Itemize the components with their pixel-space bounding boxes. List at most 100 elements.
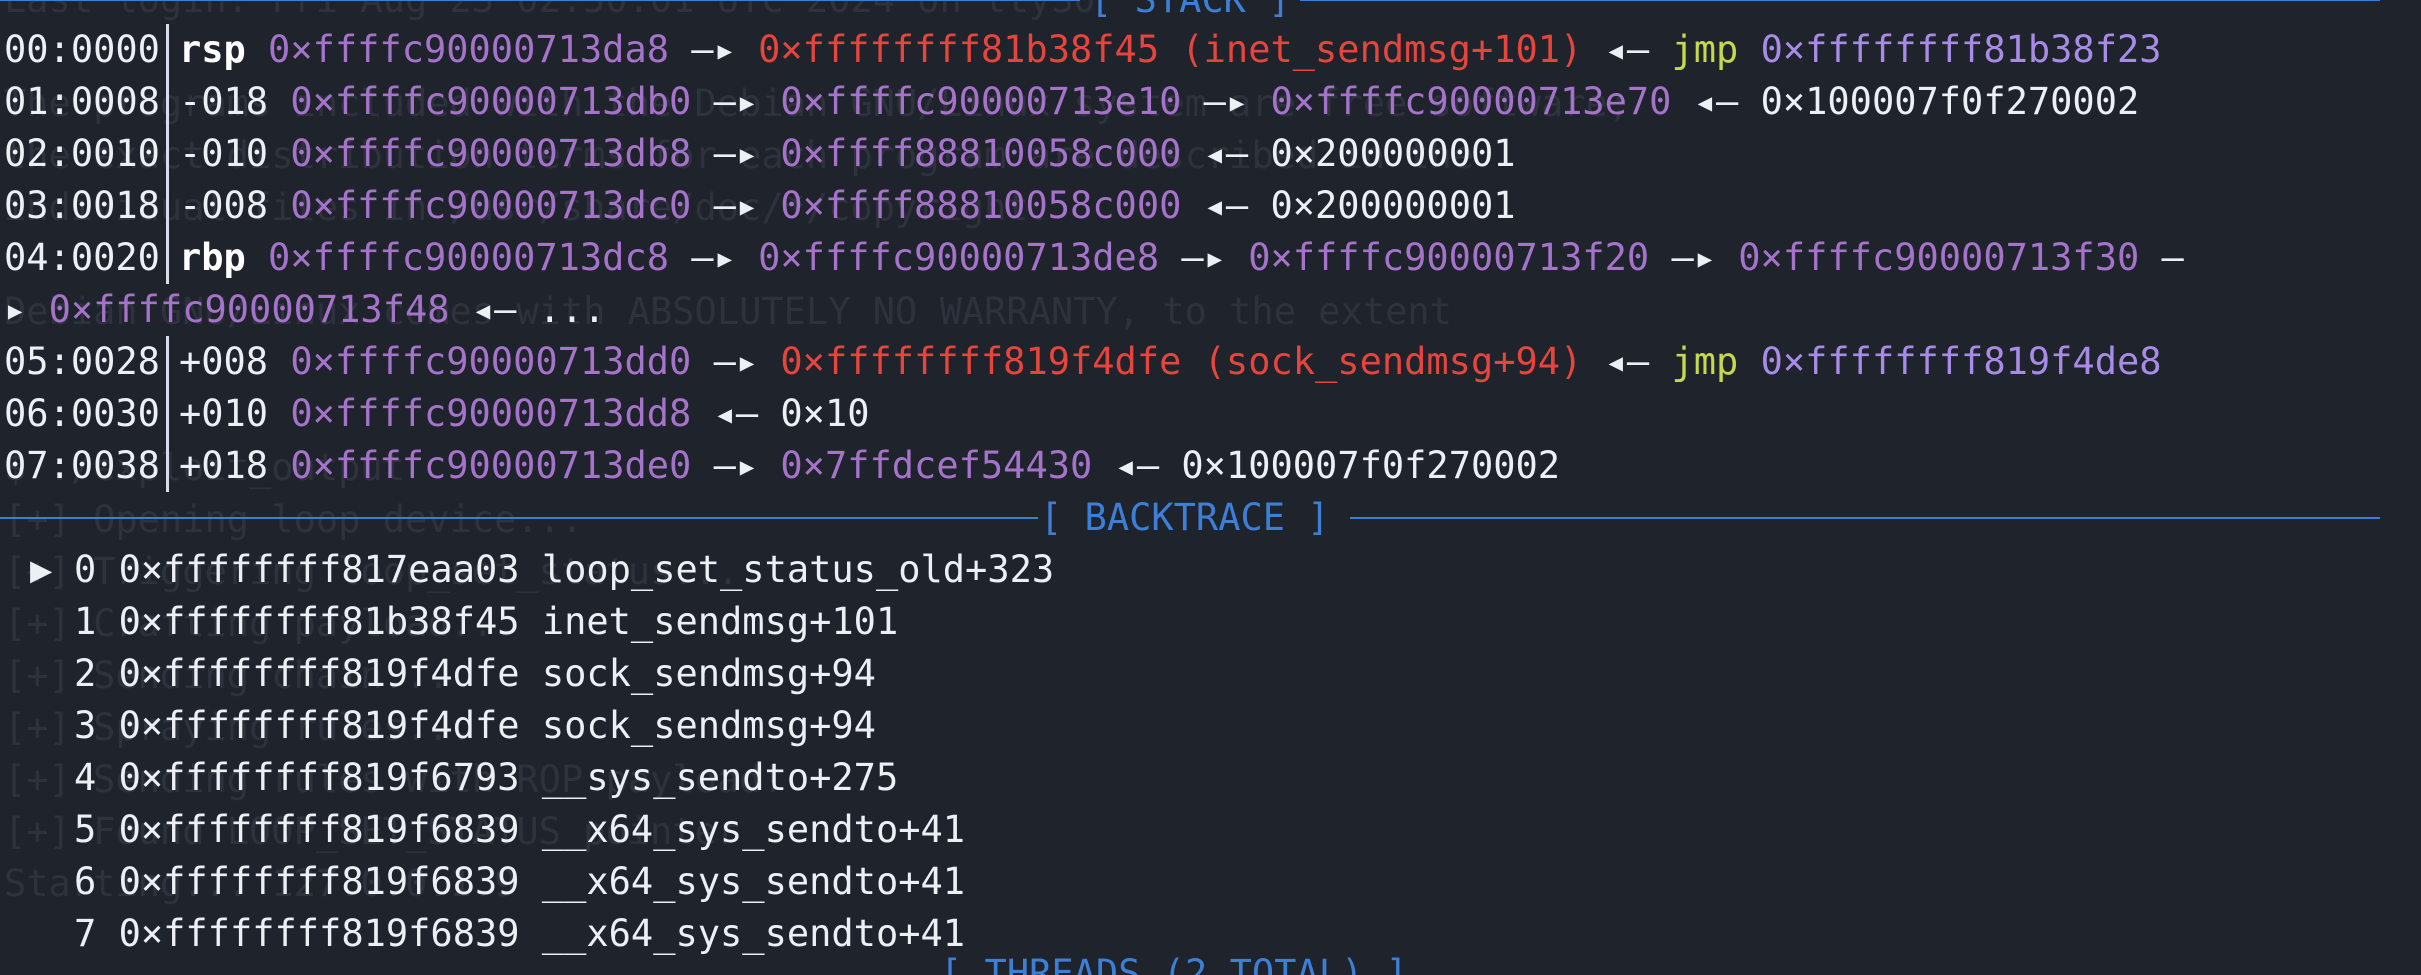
stack-separator bbox=[165, 76, 169, 128]
frame-number: 4 bbox=[74, 756, 97, 799]
backtrace-frame[interactable]: ▶ 0 0×ffffffff817eaa03 loop_set_status_ol… bbox=[30, 544, 1054, 596]
frame-number: 0 bbox=[74, 548, 97, 591]
frame-number: 5 bbox=[74, 808, 97, 851]
stack-index: 06:0030 bbox=[4, 392, 160, 435]
stack-address: 0×ffffc90000713db8 bbox=[290, 132, 692, 175]
frame-function: __x64_sys_sendto+41 bbox=[541, 808, 966, 851]
tail-value: 0×200000001 bbox=[1270, 184, 1516, 227]
deref-arrow: —▸ bbox=[691, 132, 781, 175]
deref-arrow: —▸ bbox=[691, 184, 781, 227]
tail-value: 0×200000001 bbox=[1270, 132, 1516, 175]
deref-value: 0×ffffc90000713de8 bbox=[758, 236, 1160, 279]
deref-arrow: —▸ bbox=[1649, 236, 1739, 279]
stack-separator bbox=[165, 232, 169, 284]
stack-row: 05:0028 +008 0×ffffc90000713dd0 —▸ 0×ffff… bbox=[4, 336, 2162, 388]
back-arrow: ◂— bbox=[1181, 184, 1271, 227]
stack-separator bbox=[165, 128, 169, 180]
backtrace-frame[interactable]: 1 0×ffffffff81b38f45 inet_sendmsg+101 bbox=[30, 596, 898, 648]
frame-address: 0×ffffffff819f4dfe bbox=[118, 704, 520, 747]
stack-row: 04:0020 rbp 0×ffffc90000713dc8 —▸ 0×ffffc… bbox=[4, 232, 2184, 284]
frame-address: 0×ffffffff819f6839 bbox=[118, 860, 520, 903]
stack-register: -008 bbox=[178, 184, 269, 227]
tail-value: 0×100007f0f270002 bbox=[1760, 80, 2140, 123]
deref-arrow: —▸ bbox=[1181, 80, 1271, 123]
stack-row: 00:0000 rsp 0×ffffc90000713da8 —▸ 0×fffff… bbox=[4, 24, 2162, 76]
stack-register: +018 bbox=[178, 444, 269, 487]
backtrace-frame[interactable]: 4 0×ffffffff819f6793 __sys_sendto+275 bbox=[30, 752, 898, 804]
deref-value: 0×ffff88810058c000 bbox=[780, 184, 1182, 227]
stack-separator bbox=[165, 336, 169, 388]
stack-index: 04:0020 bbox=[4, 236, 160, 279]
wrap-address: 0×ffffc90000713f48 bbox=[48, 288, 450, 331]
deref-arrow: —▸ bbox=[691, 80, 781, 123]
stack-register: rbp bbox=[178, 236, 246, 279]
stack-register: -010 bbox=[178, 132, 269, 175]
stack-register: rsp bbox=[178, 28, 246, 71]
frame-address: 0×ffffffff819f6839 bbox=[118, 808, 520, 851]
stack-index: 01:0008 bbox=[4, 80, 160, 123]
deref-arrow: — bbox=[2139, 236, 2184, 279]
deref-value: 0×ffff88810058c000 bbox=[780, 132, 1182, 175]
frame-function: sock_sendmsg+94 bbox=[541, 652, 876, 695]
stack-wrap-row: ▸ 0×ffffc90000713f48 ◂— ... bbox=[4, 284, 605, 336]
backtrace-frame[interactable]: 5 0×ffffffff819f6839 __x64_sys_sendto+41 bbox=[30, 804, 965, 856]
frame-address: 0×ffffffff819f6793 bbox=[118, 756, 520, 799]
stack-header-divider: [ STACK ] bbox=[0, 0, 2380, 26]
threads-header-divider: [ THREADS (2 TOTAL) ] bbox=[0, 948, 2380, 975]
deref-value: 0×7ffdcef54430 bbox=[780, 444, 1093, 487]
stack-address: 0×ffffc90000713da8 bbox=[268, 28, 670, 71]
tail-value: 0×ffffffff81b38f23 bbox=[1760, 28, 2162, 71]
wrap-arrow: ▸ bbox=[4, 288, 27, 331]
ellipsis: ... bbox=[538, 288, 606, 331]
stack-row: 02:0010 -010 0×ffffc90000713db8 —▸ 0×ffff… bbox=[4, 128, 1516, 180]
deref-arrow: —▸ bbox=[1159, 236, 1249, 279]
stack-register: +008 bbox=[178, 340, 269, 383]
stack-separator bbox=[165, 180, 169, 232]
frame-function: __sys_sendto+275 bbox=[541, 756, 899, 799]
frame-address: 0×ffffffff81b38f45 bbox=[118, 600, 520, 643]
stack-address: 0×ffffc90000713db0 bbox=[290, 80, 692, 123]
backtrace-frame[interactable]: 2 0×ffffffff819f4dfe sock_sendmsg+94 bbox=[30, 648, 876, 700]
stack-header-title: [ STACK ] bbox=[1090, 0, 1290, 26]
deref-value: 0×ffffc90000713f30 bbox=[1738, 236, 2140, 279]
deref-arrow: —▸ bbox=[669, 236, 759, 279]
backtrace-frame[interactable]: 6 0×ffffffff819f6839 __x64_sys_sendto+41 bbox=[30, 856, 965, 908]
frame-function: loop_set_status_old+323 bbox=[541, 548, 1055, 591]
terminal-window[interactable]: Last login: Fri Aug 23 02:50:01 UTC 2024… bbox=[0, 0, 2421, 975]
threads-header-title: [ THREADS (2 TOTAL) ] bbox=[940, 952, 1408, 975]
deref-value: 0×ffffc90000713e10 bbox=[780, 80, 1182, 123]
back-arrow: ◂— bbox=[471, 288, 517, 331]
frame-number: 2 bbox=[74, 652, 97, 695]
stack-separator bbox=[165, 24, 169, 76]
stack-address: 0×ffffc90000713dc0 bbox=[290, 184, 692, 227]
stack-index: 05:0028 bbox=[4, 340, 160, 383]
back-arrow: ◂— bbox=[1181, 132, 1271, 175]
stack-register: +010 bbox=[178, 392, 269, 435]
stack-index: 02:0010 bbox=[4, 132, 160, 175]
deref-value: 0×ffffc90000713e70 bbox=[1270, 80, 1672, 123]
stack-address: 0×ffffc90000713dc8 bbox=[268, 236, 670, 279]
backtrace-frame[interactable]: 3 0×ffffffff819f4dfe sock_sendmsg+94 bbox=[30, 700, 876, 752]
stack-separator bbox=[165, 388, 169, 440]
tail-value: 0×10 bbox=[780, 392, 870, 435]
back-arrow: ◂— bbox=[1582, 28, 1672, 71]
deref-arrow: —▸ bbox=[669, 28, 759, 71]
stack-index: 07:0038 bbox=[4, 444, 160, 487]
